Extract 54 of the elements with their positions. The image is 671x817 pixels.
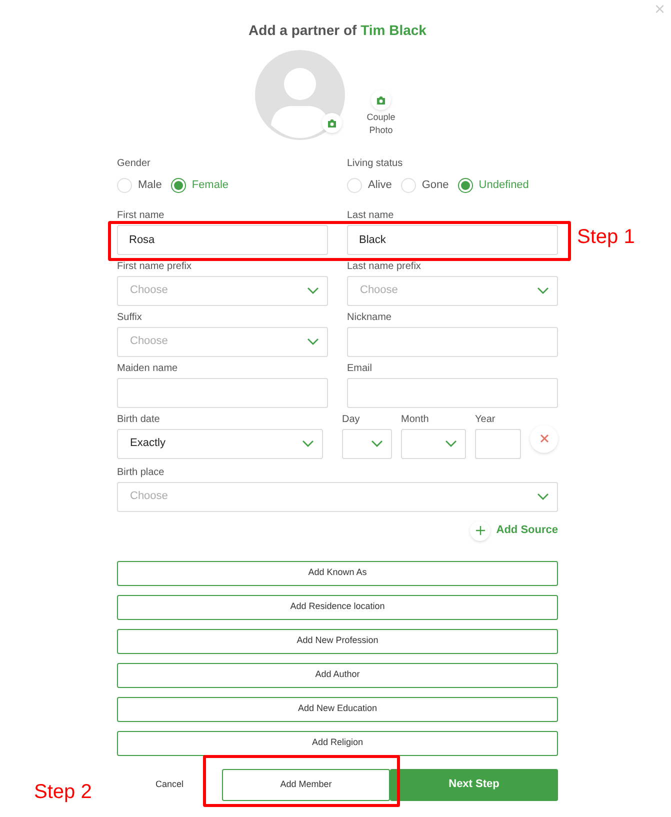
add-field-button[interactable]: Add Religion — [117, 730, 558, 756]
field-label: Birth date — [117, 412, 161, 426]
chevron-down-icon — [307, 338, 319, 346]
radio-option[interactable]: Gone — [400, 177, 449, 194]
camera-icon — [376, 96, 386, 104]
radio-button[interactable] — [170, 178, 186, 193]
text-field[interactable]: Black — [347, 224, 558, 254]
add-field-button[interactable]: Add Known As — [117, 560, 558, 586]
add-field-button[interactable]: Add Residence location — [117, 594, 558, 620]
radio-button[interactable] — [458, 178, 473, 193]
add-source-icon[interactable] — [470, 520, 490, 540]
radio-option[interactable]: Male — [117, 177, 162, 194]
field-label: First name — [117, 208, 166, 222]
text-field[interactable]: Rosa — [117, 224, 328, 254]
add-field-button[interactable]: Add New Education — [117, 696, 558, 722]
field-label: Email — [347, 362, 374, 376]
chevron-down-icon — [445, 440, 457, 448]
field-label: Year — [475, 412, 496, 426]
select-field[interactable] — [401, 428, 466, 458]
field-label: Maiden name — [117, 362, 179, 376]
clear-date-button[interactable] — [530, 424, 558, 452]
dialog-title: Add a partner of Tim Black — [248, 21, 428, 40]
cancel-button[interactable]: Cancel — [117, 778, 222, 792]
year-field[interactable] — [475, 428, 521, 458]
chevron-down-icon — [307, 286, 319, 294]
radio-option[interactable]: Alive — [347, 177, 392, 194]
text-field[interactable] — [117, 378, 328, 408]
add-field-button[interactable]: Add New Profession — [117, 628, 558, 654]
add-field-button[interactable]: Add Author — [117, 662, 558, 688]
field-label: Birth place — [117, 466, 166, 480]
select-field[interactable]: Exactly — [117, 428, 323, 458]
field-label: Gender — [117, 157, 152, 171]
couple-photo-button[interactable] — [371, 90, 391, 110]
field-label: Nickname — [347, 310, 392, 324]
field-label: First name prefix — [117, 260, 192, 274]
field-label: Living status — [347, 157, 404, 171]
text-field[interactable] — [347, 326, 558, 356]
field-label: Month — [401, 412, 430, 426]
field-label: Last name — [347, 208, 395, 222]
annotation-text: Step 2 — [34, 780, 92, 805]
field-label: Suffix — [117, 310, 143, 324]
close-icon — [540, 434, 548, 443]
chevron-down-icon — [302, 440, 314, 448]
couple-photo-label: Couple Photo — [366, 111, 396, 137]
chevron-down-icon — [537, 286, 549, 294]
select-field[interactable] — [342, 428, 392, 458]
chevron-down-icon — [537, 492, 549, 500]
chevron-down-icon — [371, 440, 383, 448]
camera-icon — [327, 118, 337, 128]
annotation-text: Step 1 — [577, 225, 635, 250]
field-label: Last name prefix — [347, 260, 422, 274]
add-member-button[interactable]: Add Member — [222, 768, 390, 800]
field-label: Day — [342, 412, 361, 426]
text-field[interactable] — [347, 378, 558, 408]
